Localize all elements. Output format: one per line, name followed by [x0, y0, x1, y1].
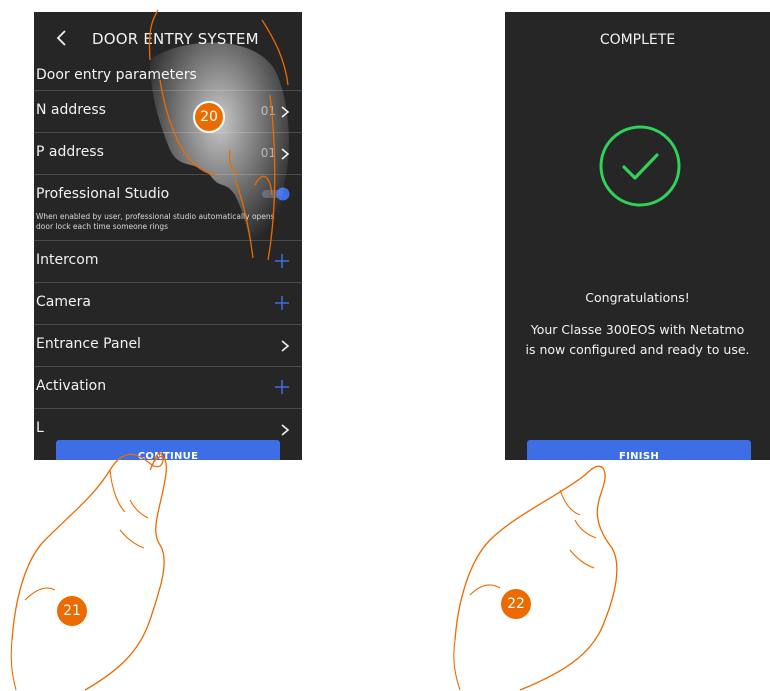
step-badge-20: 20	[193, 101, 225, 133]
row-label: Intercom	[36, 252, 99, 268]
message-line-2: is now configured and ready to use.	[525, 342, 750, 357]
checkmark-circle-icon	[599, 125, 681, 207]
step-badge-21: 21	[57, 596, 87, 626]
message-line-1: Your Classe 300EOS with Netatmo	[530, 322, 745, 337]
finish-button[interactable]: FINISH	[527, 440, 751, 460]
page-title: DOOR ENTRY SYSTEM	[92, 30, 259, 48]
back-arrow-icon[interactable]	[52, 28, 72, 48]
complete-screen: COMPLETE Congratulations! Your Classe 30…	[505, 12, 770, 460]
row-label: N address	[36, 102, 106, 118]
hand-pointing-finish-button	[453, 465, 618, 691]
door-entry-screen: DOOR ENTRY SYSTEM Door entry parameters …	[34, 12, 302, 460]
row-label: Camera	[36, 294, 91, 310]
row-camera[interactable]: Camera	[34, 282, 302, 325]
continue-button[interactable]: CONTINUE	[56, 440, 280, 460]
row-professional-studio: Professional Studio When enabled by user…	[34, 174, 302, 241]
row-label: P address	[36, 144, 104, 160]
header: DOOR ENTRY SYSTEM	[34, 12, 302, 64]
row-label: L	[36, 420, 44, 436]
row-label: Activation	[36, 378, 107, 394]
section-label: Door entry parameters	[36, 67, 197, 83]
row-p-address[interactable]: P address 01	[34, 132, 302, 175]
configured-message: Your Classe 300EOS with Netatmo is now c…	[505, 320, 770, 360]
page-title: COMPLETE	[599, 32, 676, 48]
row-intercom[interactable]: Intercom	[34, 240, 302, 283]
row-label: Professional Studio	[36, 186, 170, 202]
add-icon[interactable]	[274, 253, 290, 269]
chevron-right-icon	[281, 148, 290, 160]
add-icon[interactable]	[274, 295, 290, 311]
hand-pointing-continue-button	[10, 452, 167, 691]
row-n-address[interactable]: N address 01	[34, 90, 302, 133]
professional-studio-toggle[interactable]	[262, 187, 290, 201]
row-description: When enabled by user, professional studi…	[36, 212, 275, 231]
chevron-right-icon	[281, 106, 290, 118]
row-entrance-panel[interactable]: Entrance Panel	[34, 324, 302, 367]
chevron-right-icon	[281, 424, 290, 436]
congratulations-text: Congratulations!	[585, 290, 690, 305]
add-icon[interactable]	[274, 379, 290, 395]
row-value: 01	[260, 146, 276, 160]
chevron-right-icon	[281, 340, 290, 352]
step-badge-22: 22	[501, 589, 531, 619]
row-value: 01	[260, 104, 276, 118]
row-label: Entrance Panel	[36, 336, 141, 352]
row-activation[interactable]: Activation	[34, 366, 302, 409]
